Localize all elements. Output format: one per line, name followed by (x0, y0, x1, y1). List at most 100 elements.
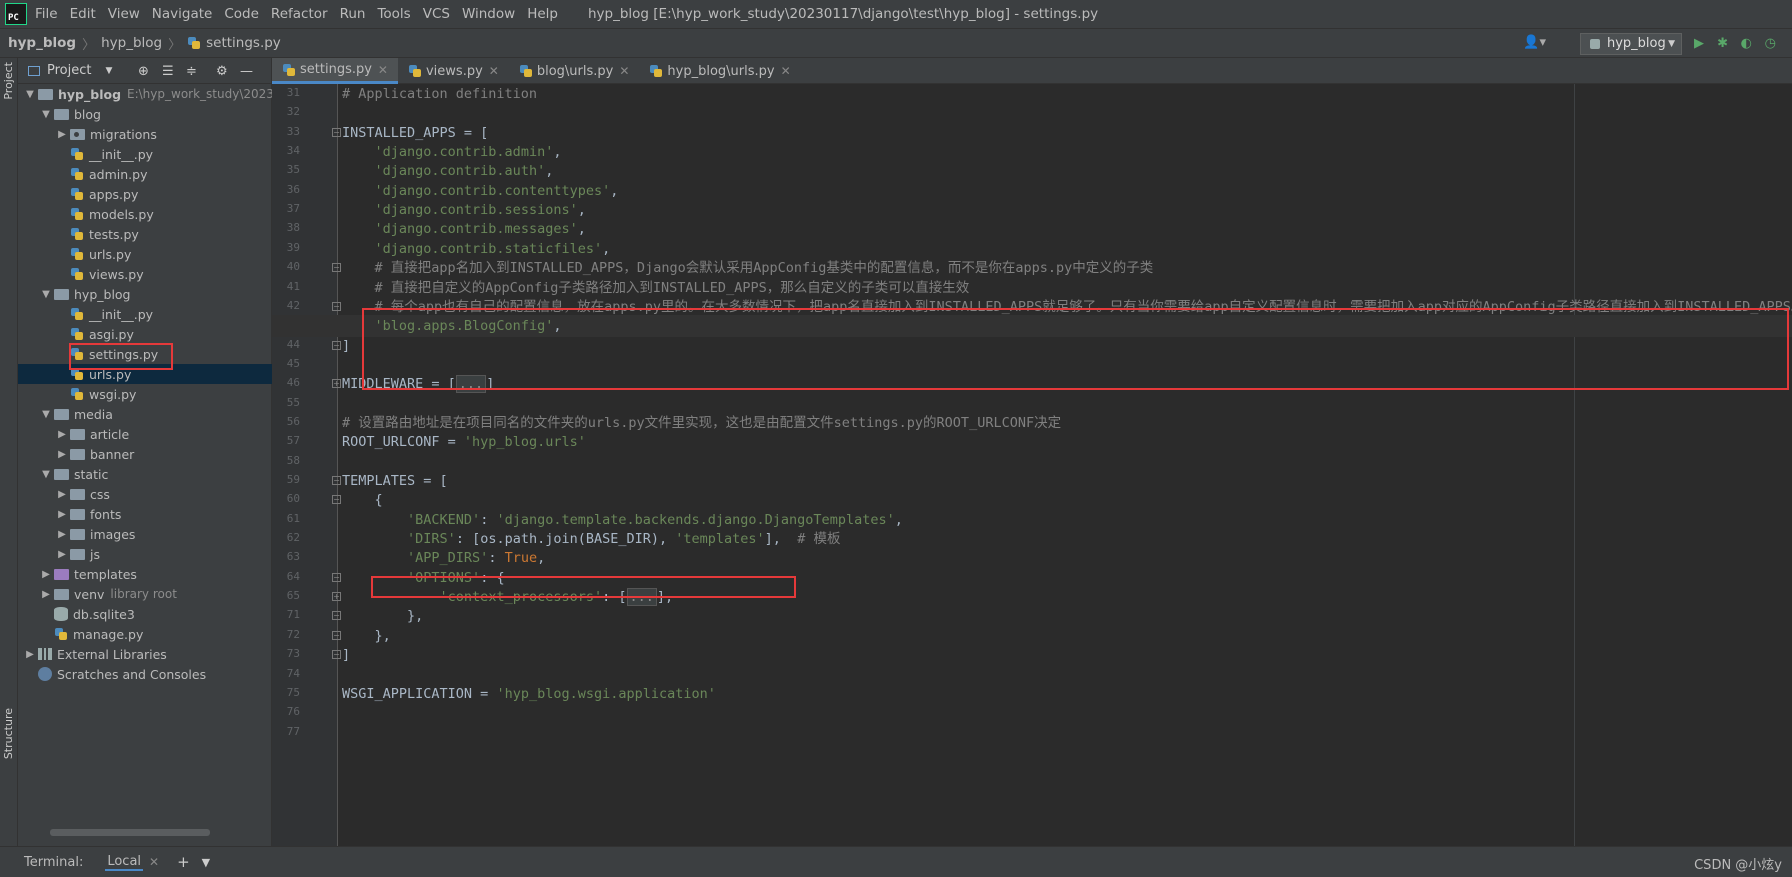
tree-item[interactable]: ▼ media (18, 404, 272, 424)
tree-item[interactable]: wsgi.py (18, 384, 272, 404)
fold-marker-icon[interactable]: − (332, 630, 341, 640)
chevron-right-icon[interactable]: ▶ (54, 429, 70, 440)
profile-icon[interactable]: ◷ (1765, 36, 1776, 51)
collapse-all-icon[interactable]: ≑ (186, 64, 197, 79)
menu-item-vcs[interactable]: VCS (423, 6, 450, 22)
tree-item[interactable]: views.py (18, 264, 272, 284)
menu-item-code[interactable]: Code (224, 6, 259, 22)
tree-item[interactable]: apps.py (18, 184, 272, 204)
tree-item[interactable]: ▶ css (18, 484, 272, 504)
tree-item[interactable]: manage.py (18, 624, 272, 644)
gear-icon[interactable]: ⚙ (216, 64, 228, 79)
add-terminal-icon[interactable]: + (177, 853, 190, 871)
tree-item[interactable]: ▶ External Libraries (18, 644, 272, 664)
terminal-label[interactable]: Terminal: (24, 855, 83, 870)
menu-item-file[interactable]: File (35, 6, 58, 22)
chevron-right-icon[interactable]: ▶ (54, 449, 70, 460)
fold-marker-icon[interactable]: − (332, 301, 341, 311)
tree-item[interactable]: ▼ static (18, 464, 272, 484)
tree-item[interactable]: __init__.py (18, 304, 272, 324)
close-icon[interactable]: ✕ (489, 64, 499, 78)
chevron-down-icon[interactable]: ▼ (105, 66, 112, 76)
menu-item-view[interactable]: View (108, 6, 140, 22)
tree-item[interactable]: ▼ blog (18, 104, 272, 124)
tree-item[interactable]: admin.py (18, 164, 272, 184)
chevron-down-icon[interactable]: ▼ (38, 109, 54, 120)
breadcrumb-file[interactable]: settings.py (206, 35, 281, 51)
debug-icon[interactable]: ✱ (1717, 36, 1728, 51)
fold-marker-icon[interactable]: − (332, 263, 341, 273)
run-configuration-select[interactable]: hyp_blog (1580, 33, 1682, 55)
tree-item[interactable]: ▶ banner (18, 444, 272, 464)
tree-item[interactable]: __init__.py (18, 144, 272, 164)
menu-item-help[interactable]: Help (527, 6, 558, 22)
tree-item[interactable]: models.py (18, 204, 272, 224)
menu-item-edit[interactable]: Edit (70, 6, 96, 22)
tree-item[interactable]: ▶ venv library root (18, 584, 272, 604)
chevron-down-icon[interactable]: ▼ (38, 289, 54, 300)
tree-item[interactable]: db.sqlite3 (18, 604, 272, 624)
tree-item[interactable]: ▼ hyp_blog E:\hyp_work_study\20230 (18, 84, 281, 104)
fold-marker-icon[interactable]: − (332, 611, 341, 621)
chevron-down-icon[interactable]: ▼ (38, 469, 54, 480)
terminal-tab-local[interactable]: Local (105, 854, 144, 871)
editor-tab[interactable]: hyp_blog\urls.py ✕ (639, 58, 800, 84)
tree-item-label: wsgi.py (89, 386, 137, 402)
chevron-right-icon[interactable]: ▶ (54, 129, 70, 140)
menu-item-tools[interactable]: Tools (377, 6, 410, 22)
chevron-right-icon[interactable]: ▶ (22, 649, 38, 660)
menu-item-window[interactable]: Window (462, 6, 515, 22)
chevron-right-icon[interactable]: ▶ (54, 529, 70, 540)
fold-marker-icon[interactable]: − (332, 476, 341, 485)
editor-tab[interactable]: blog\urls.py ✕ (509, 58, 640, 84)
fold-marker-icon[interactable]: − (332, 127, 341, 137)
chevron-down-icon[interactable]: ▼ (22, 89, 38, 100)
close-icon[interactable]: ✕ (378, 63, 388, 77)
structure-tool-tab[interactable]: Structure (2, 708, 15, 759)
tree-item[interactable]: asgi.py (18, 324, 272, 344)
tree-item[interactable]: Scratches and Consoles (18, 664, 272, 684)
breadcrumb-folder[interactable]: hyp_blog (101, 35, 162, 51)
chevron-right-icon[interactable]: ▶ (38, 569, 54, 580)
tree-item[interactable]: urls.py (18, 244, 272, 264)
tree-item[interactable]: ▶ templates (18, 564, 272, 584)
close-icon[interactable]: ✕ (149, 855, 159, 869)
menu-item-navigate[interactable]: Navigate (152, 6, 213, 22)
editor-tab[interactable]: settings.py ✕ (272, 58, 398, 84)
close-icon[interactable]: ✕ (619, 64, 629, 78)
chevron-down-icon[interactable]: ▼ (38, 409, 54, 420)
breadcrumb-project[interactable]: hyp_blog (8, 35, 76, 51)
fold-marker-icon[interactable]: − (332, 495, 341, 505)
run-icon[interactable]: ▶ (1694, 36, 1704, 51)
tree-item[interactable]: ▶ images (18, 524, 272, 544)
locate-icon[interactable]: ⊕ (138, 64, 149, 79)
project-tool-tab[interactable]: Project (2, 62, 15, 100)
chevron-down-icon[interactable]: ▼ (202, 856, 210, 869)
tree-item[interactable]: ▼ hyp_blog (18, 284, 272, 304)
coverage-icon[interactable]: ◐ (1741, 36, 1752, 51)
editor-tab[interactable]: views.py ✕ (398, 58, 509, 84)
chevron-right-icon[interactable]: ▶ (38, 589, 54, 600)
fold-marker-icon[interactable]: − (332, 340, 341, 350)
project-panel-title[interactable]: Project (47, 63, 91, 78)
tree-item[interactable]: ▶ js (18, 544, 272, 564)
menu-item-run[interactable]: Run (340, 6, 366, 22)
tree-item[interactable]: ▶ migrations (18, 124, 272, 144)
hide-icon[interactable]: — (240, 64, 253, 79)
code-editor[interactable]: # Application definition INSTALLED_APPS =… (272, 84, 1792, 846)
fold-marker-icon[interactable]: + (332, 379, 341, 389)
chevron-right-icon[interactable]: ▶ (54, 489, 70, 500)
chevron-right-icon[interactable]: ▶ (54, 509, 70, 520)
close-icon[interactable]: ✕ (781, 64, 791, 78)
fold-marker-icon[interactable]: − (332, 572, 341, 582)
chevron-right-icon[interactable]: ▶ (54, 549, 70, 560)
menu-item-refactor[interactable]: Refactor (271, 6, 328, 22)
horizontal-scrollbar[interactable] (50, 829, 210, 836)
user-icon[interactable]: 👤▾ (1523, 35, 1546, 50)
tree-item[interactable]: tests.py (18, 224, 272, 244)
tree-item[interactable]: ▶ fonts (18, 504, 272, 524)
tree-item[interactable]: ▶ article (18, 424, 272, 444)
expand-all-icon[interactable]: ☰ (162, 64, 174, 79)
fold-marker-icon[interactable]: + (332, 592, 341, 602)
fold-marker-icon[interactable]: − (332, 650, 341, 660)
